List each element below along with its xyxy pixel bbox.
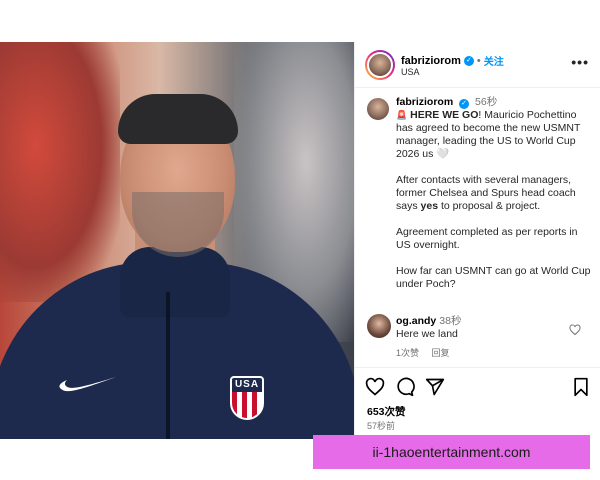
post-side-panel: fabriziorom ✓ • 关注 USA ••• fabriziorom ✓… xyxy=(354,42,600,439)
comment-time: 38秒 xyxy=(439,315,462,327)
caption-username[interactable]: fabriziorom xyxy=(396,96,453,108)
comment-bubble-icon[interactable] xyxy=(395,377,415,397)
post-header: fabriziorom ✓ • 关注 USA ••• xyxy=(355,42,600,88)
caption-avatar[interactable] xyxy=(365,96,391,122)
share-send-icon[interactable] xyxy=(425,377,445,397)
caption-time: 56秒 xyxy=(475,96,498,108)
watermark-banner: ii-1haoentertainment.com xyxy=(313,435,590,469)
more-options-icon[interactable]: ••• xyxy=(571,54,589,70)
post-photo[interactable]: USA xyxy=(0,42,354,439)
siren-emoji: 🚨 xyxy=(396,110,408,120)
post-caption: fabriziorom ✓ 56秒 🚨 HERE WE GO! Mauricio… xyxy=(355,88,600,343)
usa-crest-logo: USA xyxy=(230,376,264,420)
author-avatar[interactable] xyxy=(365,50,395,80)
caption-headline: HERE WE GO xyxy=(410,109,479,121)
nike-swoosh-logo xyxy=(59,377,116,392)
author-username[interactable]: fabriziorom xyxy=(401,55,461,67)
location-link[interactable]: USA xyxy=(401,67,420,77)
post-timestamp: 57秒前 xyxy=(367,421,396,431)
reply-button[interactable]: 回复 xyxy=(432,348,450,358)
comment-likes[interactable]: 1次赞 xyxy=(396,348,419,358)
bookmark-icon[interactable] xyxy=(571,377,591,397)
comment-like-heart-icon[interactable] xyxy=(569,324,581,336)
crest-text: USA xyxy=(232,378,262,392)
follow-button[interactable]: 关注 xyxy=(484,53,504,68)
commenter-avatar[interactable] xyxy=(367,314,391,338)
jacket-zip xyxy=(166,292,170,439)
caption-para4: How far can USMNT can go at World Cup un… xyxy=(396,265,591,290)
commenter-username[interactable]: og.andy xyxy=(396,315,436,327)
caption-para3: Agreement completed as per reports in US… xyxy=(396,226,578,251)
comment-text: Here we land xyxy=(396,328,458,340)
post-actions: 653次赞 57秒前 xyxy=(355,367,600,439)
hair xyxy=(118,94,238,144)
caption-para2-bold: yes xyxy=(420,200,439,212)
like-heart-icon[interactable] xyxy=(365,377,385,397)
caption-para2-end: to proposal & project. xyxy=(438,200,541,212)
photo-background-red xyxy=(0,42,120,302)
likes-count[interactable]: 653次赞 xyxy=(367,404,406,419)
comment-item: og.andy 38秒 Here we land 1次赞 回复 xyxy=(355,312,600,362)
verified-icon: ✓ xyxy=(459,99,470,109)
jacket-collar xyxy=(120,247,230,317)
verified-icon: ✓ xyxy=(463,55,474,66)
